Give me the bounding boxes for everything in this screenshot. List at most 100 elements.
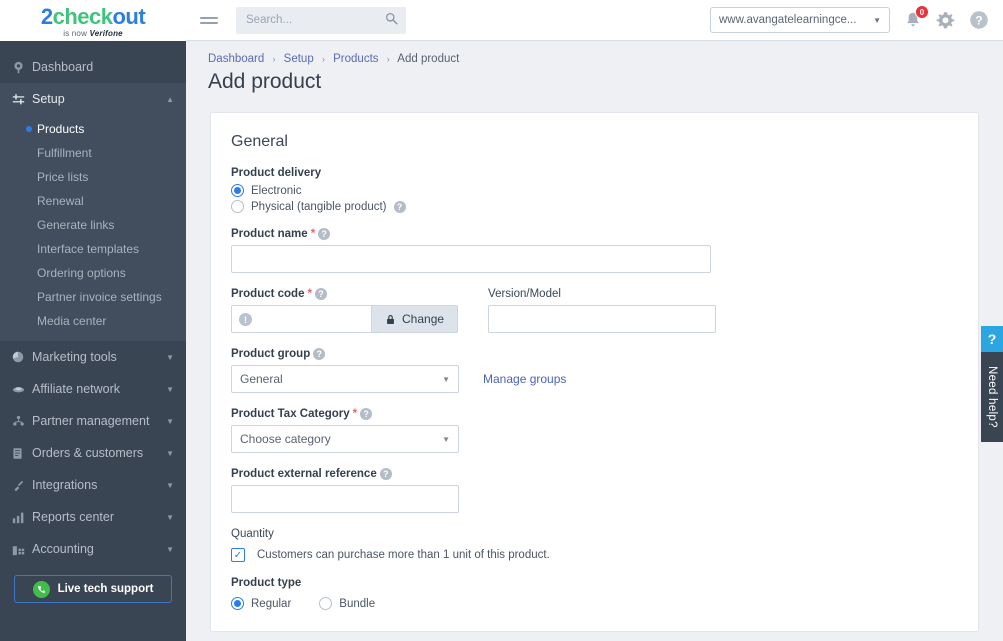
sidebar-subitem-label: Fulfillment	[37, 146, 92, 160]
main-area: www.avangatelearningce... ▼ 0 ? Dashboar…	[186, 0, 1003, 641]
sidebar-subitem-label: Interface templates	[37, 242, 140, 256]
sidebar-item-dashboard[interactable]: Dashboard	[0, 51, 186, 83]
help-icon[interactable]: ?	[313, 348, 326, 360]
logo-tagline-brand: Verifone	[89, 28, 123, 38]
sidebar-item-partner-invoice-settings[interactable]: Partner invoice settings	[0, 285, 186, 309]
app-root: 2checkout is now Verifone Dashboard Setu…	[0, 0, 1003, 641]
logo-tagline: is now Verifone	[63, 29, 123, 38]
setup-sliders-icon	[12, 93, 32, 106]
product-tax-category-value: Choose category	[240, 432, 331, 446]
product-code-group: ! Change	[231, 305, 459, 333]
sidebar-item-partner-management[interactable]: Partner management ▼	[0, 405, 186, 437]
site-selector[interactable]: www.avangatelearningce... ▼	[710, 7, 890, 33]
chevron-up-icon: ▲	[166, 94, 174, 104]
notifications-button[interactable]: 0	[904, 5, 929, 29]
radio-electronic-icon[interactable]	[231, 184, 244, 197]
product-group-label: Product group	[231, 348, 311, 360]
phone-support-icon	[32, 580, 50, 598]
radio-regular-icon[interactable]	[231, 597, 244, 610]
affiliate-icon	[12, 383, 32, 396]
help-icon[interactable]: ?	[314, 288, 327, 300]
change-product-code-button[interactable]: Change	[371, 305, 459, 333]
search-box[interactable]	[236, 6, 406, 34]
breadcrumb-item-dashboard[interactable]: Dashboard	[208, 53, 264, 65]
sidebar-item-setup[interactable]: Setup ▲	[0, 83, 186, 115]
help-icon[interactable]: ?	[318, 228, 331, 240]
notifications-badge: 0	[915, 5, 929, 19]
radio-physical-icon[interactable]	[231, 200, 244, 213]
radio-option-electronic[interactable]: Electronic	[231, 184, 958, 197]
sidebar-item-orders-customers[interactable]: Orders & customers ▼	[0, 437, 186, 469]
sidebar-item-generate-links[interactable]: Generate links	[0, 213, 186, 237]
quantity-checkbox[interactable]: ✓	[231, 548, 245, 562]
help-icon[interactable]: ?	[393, 200, 406, 213]
topbar-right: www.avangatelearningce... ▼ 0 ?	[710, 5, 989, 33]
logo-part-1: 2	[40, 3, 53, 29]
orders-clipboard-icon	[12, 447, 32, 460]
sidebar-item-media-center[interactable]: Media center	[0, 309, 186, 333]
chevron-down-icon: ▼	[442, 374, 450, 384]
sidebar-item-interface-templates[interactable]: Interface templates	[0, 237, 186, 261]
version-model-input[interactable]	[488, 305, 717, 333]
product-code-input[interactable]	[231, 305, 371, 333]
live-tech-support-button[interactable]: Live tech support	[14, 575, 172, 603]
chevron-down-icon: ▼	[166, 352, 174, 362]
field-label: Product group ?	[231, 348, 958, 360]
product-group-select[interactable]: General ▼	[231, 365, 459, 393]
logo-part-2: check	[52, 3, 113, 29]
radio-option-regular[interactable]: Regular	[231, 597, 291, 610]
hamburger-icon[interactable]	[200, 14, 218, 27]
sidebar-item-ordering-options[interactable]: Ordering options	[0, 261, 186, 285]
sidebar-item-fulfillment[interactable]: Fulfillment	[0, 141, 186, 165]
product-name-input[interactable]	[231, 245, 711, 273]
field-label: Product type	[231, 577, 958, 589]
product-delivery-label: Product delivery	[231, 167, 322, 179]
help-icon[interactable]: ?	[360, 408, 373, 420]
field-label: Product code * ?	[231, 288, 458, 300]
sidebar-item-marketing-tools[interactable]: Marketing tools ▼	[0, 341, 186, 373]
need-help-tab[interactable]: ? Need help?	[981, 326, 1003, 442]
help-button[interactable]: ?	[969, 10, 989, 30]
need-help-label: Need help?	[981, 352, 1003, 442]
sidebar-item-label: Marketing tools	[32, 350, 117, 364]
sidebar-item-integrations[interactable]: Integrations ▼	[0, 469, 186, 501]
search-icon[interactable]	[385, 12, 398, 28]
radio-option-bundle[interactable]: Bundle	[319, 597, 375, 610]
quantity-checkbox-row[interactable]: ✓ Customers can purchase more than 1 uni…	[231, 548, 958, 562]
sidebar-item-reports-center[interactable]: Reports center ▼	[0, 501, 186, 533]
field-product-type: Product type Regular Bundle	[231, 577, 958, 613]
sidebar-subitem-label: Media center	[37, 314, 107, 328]
product-external-reference-input[interactable]	[231, 485, 459, 513]
sidebar-item-label: Partner management	[32, 414, 150, 428]
sidebar: 2checkout is now Verifone Dashboard Setu…	[0, 0, 186, 641]
search-input[interactable]	[244, 13, 385, 27]
quantity-label: Quantity	[231, 528, 274, 540]
support-button-wrap: Live tech support	[0, 565, 186, 603]
lock-icon	[387, 314, 394, 324]
breadcrumb-item-setup[interactable]: Setup	[284, 53, 314, 65]
sidebar-item-affiliate-network[interactable]: Affiliate network ▼	[0, 373, 186, 405]
field-version-model: Version/Model	[488, 288, 717, 333]
brand-logo[interactable]: 2checkout is now Verifone	[0, 0, 186, 41]
field-label: Product name * ?	[231, 228, 958, 240]
sidebar-item-price-lists[interactable]: Price lists	[0, 165, 186, 189]
product-tax-category-select[interactable]: Choose category ▼	[231, 425, 459, 453]
sidebar-item-renewal[interactable]: Renewal	[0, 189, 186, 213]
required-asterisk: *	[310, 228, 316, 240]
required-asterisk: *	[352, 408, 358, 420]
need-help-question-icon: ?	[981, 326, 1003, 352]
manage-groups-link[interactable]: Manage groups	[483, 372, 566, 386]
version-model-label: Version/Model	[488, 288, 561, 300]
product-name-label: Product name	[231, 228, 308, 240]
sidebar-item-accounting[interactable]: Accounting ▼	[0, 533, 186, 565]
chevron-down-icon: ▼	[873, 15, 881, 25]
radio-option-physical[interactable]: Physical (tangible product) ?	[231, 200, 958, 213]
breadcrumb-item-products[interactable]: Products	[333, 53, 378, 65]
settings-button[interactable]	[936, 11, 955, 30]
help-icon[interactable]: ?	[379, 468, 392, 480]
chevron-down-icon: ▼	[166, 480, 174, 490]
radio-bundle-icon[interactable]	[319, 597, 333, 610]
reports-bars-icon	[12, 511, 32, 524]
marketing-pie-icon	[12, 351, 32, 363]
sidebar-item-products[interactable]: Products	[0, 117, 186, 141]
